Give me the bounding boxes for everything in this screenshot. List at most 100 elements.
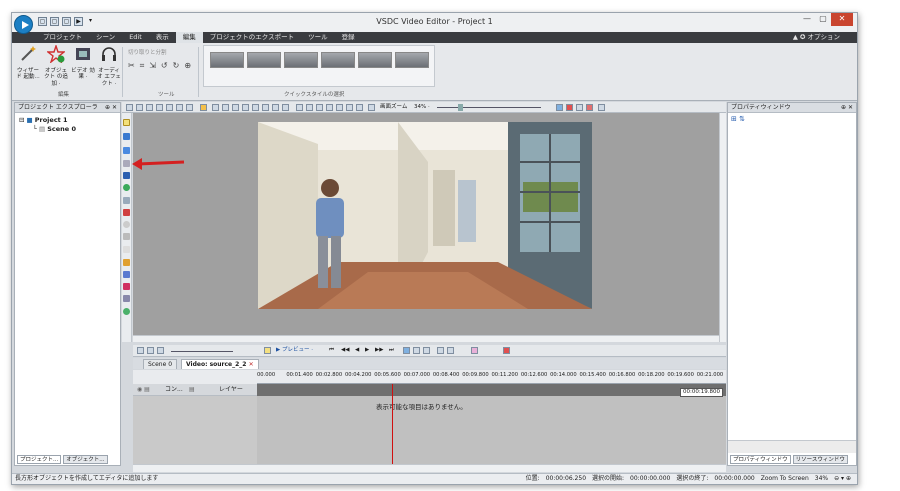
- toolstrip-more-icon[interactable]: [598, 104, 605, 111]
- person-tool-icon[interactable]: [123, 259, 130, 266]
- align-bottom-icon[interactable]: [262, 104, 269, 111]
- split-audio-icon[interactable]: [447, 347, 454, 354]
- redo-icon[interactable]: [186, 104, 193, 111]
- tab-project-explorer[interactable]: プロジェクト...: [17, 455, 62, 464]
- crop-icon[interactable]: ✂: [128, 61, 135, 71]
- image-tool-icon[interactable]: [123, 209, 130, 216]
- canvas-horizontal-scrollbar[interactable]: [133, 335, 719, 342]
- chart-tool-icon[interactable]: [123, 233, 130, 240]
- effects-toggle-icon[interactable]: ⊕: [184, 61, 191, 71]
- record-icon[interactable]: [566, 104, 573, 111]
- maximize-button[interactable]: ▢: [815, 13, 831, 26]
- layer-visibility-icon[interactable]: ◉ ▤: [137, 384, 150, 395]
- subtitle-tool-icon[interactable]: [123, 147, 130, 154]
- text-tool-icon[interactable]: [123, 133, 130, 140]
- menu-scene[interactable]: シーン: [89, 32, 122, 43]
- options-menu[interactable]: ▲ ✪ オプション: [786, 32, 847, 43]
- zoom-slider[interactable]: [437, 107, 541, 108]
- timeline-ruler[interactable]: 00.000 00:01.400 00:02.800 00:04.200 00:05.6…: [257, 370, 726, 384]
- quick-style-thumb[interactable]: [358, 52, 392, 68]
- menu-tools[interactable]: ツール: [301, 32, 335, 43]
- rectangle-tool-icon[interactable]: [123, 172, 130, 179]
- animation-tool-icon[interactable]: [123, 246, 130, 253]
- transform-icon[interactable]: ⌗: [140, 61, 145, 71]
- snap-icon[interactable]: [200, 104, 207, 111]
- rotate-left-icon[interactable]: ↺: [161, 61, 168, 71]
- menu-editing[interactable]: 編集: [175, 32, 203, 43]
- copy-icon[interactable]: [146, 104, 153, 111]
- transport-play[interactable]: ▶: [365, 346, 369, 355]
- menu-export[interactable]: プロジェクトのエクスポート: [203, 32, 301, 43]
- send-back-icon[interactable]: [326, 104, 333, 111]
- tab-object-explorer[interactable]: オブジェクト...: [63, 455, 108, 464]
- quick-style-thumb[interactable]: [247, 52, 281, 68]
- align-right-icon[interactable]: [232, 104, 239, 111]
- zoom-in-icon[interactable]: [137, 347, 144, 354]
- select-tool-icon[interactable]: [123, 119, 130, 126]
- ellipse-tool-icon[interactable]: [123, 184, 130, 191]
- canvas-vertical-scrollbar[interactable]: [719, 113, 726, 342]
- timeline-zoom-slider[interactable]: [171, 351, 233, 352]
- pointer-tool-icon[interactable]: [126, 104, 133, 111]
- tab-video-source[interactable]: Video: source_2_2 ✕: [181, 359, 259, 369]
- visibility-icon[interactable]: [356, 104, 363, 111]
- tree-item-project[interactable]: ⊟ ■ Project 1: [19, 116, 76, 125]
- bring-forward-icon[interactable]: [296, 104, 303, 111]
- quick-style-thumb[interactable]: [395, 52, 429, 68]
- zoom-to-screen-button[interactable]: Zoom To Screen: [761, 474, 809, 484]
- paste-icon[interactable]: [156, 104, 163, 111]
- minimize-button[interactable]: —: [799, 13, 815, 26]
- cut-split-button[interactable]: 切り取りと分割: [128, 48, 167, 56]
- loop-icon[interactable]: [403, 347, 410, 354]
- align-middle-icon[interactable]: [252, 104, 259, 111]
- zoom-slider-icon[interactable]: ⊖ ▾ ⊕: [834, 474, 851, 484]
- transport-forward[interactable]: ▶▶: [375, 346, 383, 355]
- preview-button[interactable]: ▶ プレビュー ·: [276, 346, 313, 355]
- marker-prev-icon[interactable]: [413, 347, 420, 354]
- audio-tool-icon[interactable]: [123, 283, 130, 290]
- grid-icon[interactable]: [556, 104, 563, 111]
- vsdc-logo-icon[interactable]: [14, 15, 33, 34]
- marker-next-icon[interactable]: [423, 347, 430, 354]
- spectrum-tool-icon[interactable]: [123, 295, 130, 302]
- close-button[interactable]: ✕: [831, 13, 853, 26]
- align-left-icon[interactable]: [212, 104, 219, 111]
- menu-project[interactable]: プロジェクト: [36, 32, 89, 43]
- sort-categorized-icon[interactable]: ⊞ ⇅: [731, 115, 745, 123]
- cut-icon[interactable]: [136, 104, 143, 111]
- zoom-fit-icon[interactable]: [368, 104, 375, 111]
- rotate-right-icon[interactable]: ↻: [173, 61, 180, 71]
- zoom-slider-thumb[interactable]: [458, 104, 463, 111]
- audio-wave-icon[interactable]: [437, 347, 444, 354]
- menu-edit[interactable]: Edit: [122, 32, 149, 43]
- tab-resources[interactable]: リソースウィンドウ: [792, 455, 848, 464]
- line-tool-icon[interactable]: [123, 160, 130, 167]
- align-top-icon[interactable]: [242, 104, 249, 111]
- quick-style-thumb[interactable]: [210, 52, 244, 68]
- fit-icon[interactable]: [282, 104, 289, 111]
- safe-area-icon[interactable]: [576, 104, 583, 111]
- delete-icon[interactable]: [166, 104, 173, 111]
- playhead[interactable]: [392, 384, 393, 466]
- transport-rewind[interactable]: ◀◀: [341, 346, 349, 355]
- tab-close-icon[interactable]: ✕: [249, 361, 254, 368]
- panel-pin-close[interactable]: ⊕ ✕: [105, 103, 117, 113]
- preview-mode-icon[interactable]: [264, 347, 271, 354]
- transport-last[interactable]: ⏭: [389, 346, 394, 355]
- quick-style-thumb[interactable]: [284, 52, 318, 68]
- stretch-icon[interactable]: [272, 104, 279, 111]
- remove-marker-icon[interactable]: [503, 347, 510, 354]
- scene-canvas[interactable]: [133, 113, 719, 335]
- transport-prev[interactable]: ◀: [355, 346, 359, 355]
- freeform-tool-icon[interactable]: [123, 197, 130, 204]
- layer-options-icon[interactable]: ▤: [189, 384, 195, 395]
- menu-register[interactable]: 登録: [335, 32, 362, 43]
- timeline-horizontal-scrollbar[interactable]: [133, 464, 726, 472]
- tab-properties[interactable]: プロパティウィンドウ: [730, 455, 791, 464]
- zoom-value[interactable]: 34% ·: [414, 103, 430, 112]
- audio-effects-button[interactable]: オーディオ エフェクト ·: [96, 45, 122, 87]
- zoom-out-icon[interactable]: [147, 347, 154, 354]
- tree-item-scene[interactable]: └ ▤ Scene 0: [19, 125, 76, 134]
- layer-lane[interactable]: [257, 384, 726, 396]
- effects-tool-icon[interactable]: [123, 308, 130, 315]
